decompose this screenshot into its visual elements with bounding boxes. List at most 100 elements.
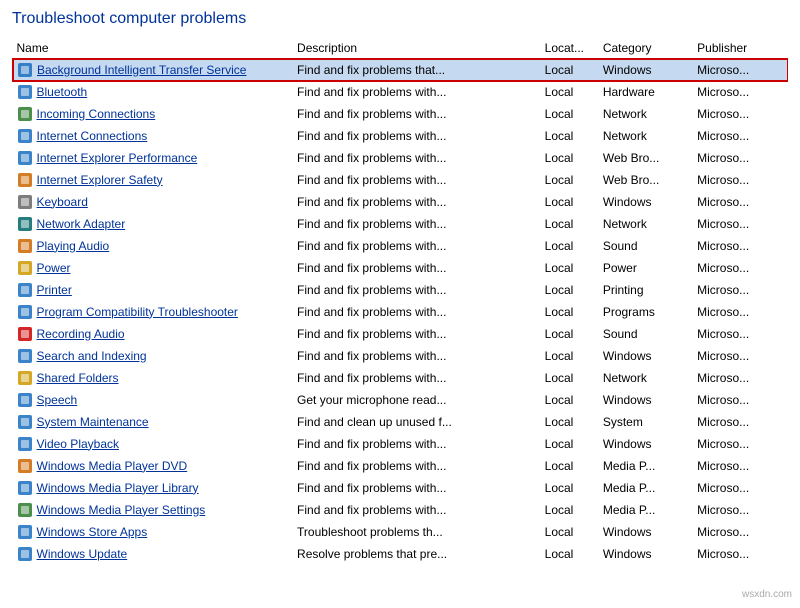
item-icon bbox=[17, 480, 33, 496]
item-name-link[interactable]: Internet Explorer Safety bbox=[37, 173, 163, 187]
table-row[interactable]: Recording AudioFind and fix problems wit… bbox=[13, 323, 788, 345]
table-body: Background Intelligent Transfer Service F… bbox=[13, 59, 788, 565]
item-description: Find and fix problems with... bbox=[293, 125, 541, 147]
item-name-link[interactable]: Windows Media Player Library bbox=[37, 481, 199, 495]
item-location: Local bbox=[541, 499, 599, 521]
table-row[interactable]: Video Playback Find and fix problems with… bbox=[13, 433, 788, 455]
table-row[interactable]: Windows Media Player LibraryFind and fix… bbox=[13, 477, 788, 499]
item-location: Local bbox=[541, 103, 599, 125]
item-name-link[interactable]: Windows Update bbox=[37, 547, 128, 561]
item-publisher: Microso... bbox=[693, 499, 787, 521]
item-name-link[interactable]: Speech bbox=[37, 393, 78, 407]
table-row[interactable]: Internet Connections Find and fix problem… bbox=[13, 125, 788, 147]
item-name-link[interactable]: Background Intelligent Transfer Service bbox=[37, 63, 246, 77]
item-location: Local bbox=[541, 521, 599, 543]
item-location: Local bbox=[541, 81, 599, 103]
item-description: Get your microphone read... bbox=[293, 389, 541, 411]
item-publisher: Microso... bbox=[693, 411, 787, 433]
item-category: Network bbox=[599, 367, 693, 389]
table-container: Name Description Locat... Category Publi… bbox=[12, 38, 788, 565]
table-row[interactable]: Background Intelligent Transfer ServiceF… bbox=[13, 59, 788, 81]
item-name-link[interactable]: Internet Connections bbox=[37, 129, 148, 143]
item-icon bbox=[17, 370, 33, 386]
item-icon bbox=[17, 546, 33, 562]
item-category: System bbox=[599, 411, 693, 433]
item-name-link[interactable]: Video Playback bbox=[37, 437, 120, 451]
table-header: Name Description Locat... Category Publi… bbox=[13, 38, 788, 59]
item-description: Find and fix problems with... bbox=[293, 499, 541, 521]
item-location: Local bbox=[541, 345, 599, 367]
item-location: Local bbox=[541, 411, 599, 433]
table-row[interactable]: Windows Media Player DVD Find and fix pro… bbox=[13, 455, 788, 477]
table-row[interactable]: Network AdapterFind and fix problems wit… bbox=[13, 213, 788, 235]
item-name-link[interactable]: Search and Indexing bbox=[37, 349, 147, 363]
item-publisher: Microso... bbox=[693, 543, 787, 565]
item-name-link[interactable]: Keyboard bbox=[37, 195, 88, 209]
item-location: Local bbox=[541, 367, 599, 389]
item-name-link[interactable]: Program Compatibility Troubleshooter bbox=[37, 305, 238, 319]
item-description: Find and fix problems with... bbox=[293, 301, 541, 323]
table-row[interactable]: Windows Media Player Settings Find and fi… bbox=[13, 499, 788, 521]
item-location: Local bbox=[541, 235, 599, 257]
item-icon bbox=[17, 348, 33, 364]
item-location: Local bbox=[541, 279, 599, 301]
item-icon bbox=[17, 458, 33, 474]
item-name-link[interactable]: Power bbox=[37, 261, 71, 275]
table-row[interactable]: KeyboardFind and fix problems with...Loc… bbox=[13, 191, 788, 213]
table-row[interactable]: Internet Explorer SafetyFind and fix pro… bbox=[13, 169, 788, 191]
table-row[interactable]: Internet Explorer PerformanceFind and fi… bbox=[13, 147, 788, 169]
item-icon bbox=[17, 62, 33, 78]
item-name-link[interactable]: Windows Media Player Settings bbox=[37, 503, 206, 517]
table-row[interactable]: Shared FoldersFind and fix problems with… bbox=[13, 367, 788, 389]
item-category: Windows bbox=[599, 191, 693, 213]
item-publisher: Microso... bbox=[693, 213, 787, 235]
item-name-link[interactable]: Incoming Connections bbox=[37, 107, 156, 121]
table-row[interactable]: Windows UpdateResolve problems that pre.… bbox=[13, 543, 788, 565]
item-category: Media P... bbox=[599, 499, 693, 521]
troubleshoot-table: Name Description Locat... Category Publi… bbox=[12, 38, 788, 565]
item-publisher: Microso... bbox=[693, 323, 787, 345]
table-row[interactable]: PrinterFind and fix problems with...Loca… bbox=[13, 279, 788, 301]
table-row[interactable]: Search and Indexing Find and fix problems… bbox=[13, 345, 788, 367]
table-row[interactable]: BluetoothFind and fix problems with...Lo… bbox=[13, 81, 788, 103]
item-location: Local bbox=[541, 257, 599, 279]
item-location: Local bbox=[541, 191, 599, 213]
item-name-link[interactable]: Shared Folders bbox=[37, 371, 119, 385]
item-publisher: Microso... bbox=[693, 59, 787, 81]
item-location: Local bbox=[541, 147, 599, 169]
item-category: Web Bro... bbox=[599, 169, 693, 191]
item-publisher: Microso... bbox=[693, 433, 787, 455]
table-row[interactable]: PowerFind and fix problems with...LocalP… bbox=[13, 257, 788, 279]
item-description: Find and fix problems with... bbox=[293, 455, 541, 477]
item-name-link[interactable]: Playing Audio bbox=[37, 239, 110, 253]
item-description: Find and clean up unused f... bbox=[293, 411, 541, 433]
item-name-link[interactable]: Windows Store Apps bbox=[37, 525, 148, 539]
table-row[interactable]: Windows Store AppsTroubleshoot problems … bbox=[13, 521, 788, 543]
item-publisher: Microso... bbox=[693, 301, 787, 323]
item-name-link[interactable]: Network Adapter bbox=[37, 217, 126, 231]
item-name-link[interactable]: Windows Media Player DVD bbox=[37, 459, 188, 473]
item-name-link[interactable]: Bluetooth bbox=[37, 85, 88, 99]
page-wrapper: Troubleshoot computer problems Name Desc… bbox=[0, 0, 800, 608]
table-row[interactable]: Playing AudioFind and fix problems with.… bbox=[13, 235, 788, 257]
item-icon bbox=[17, 84, 33, 100]
item-location: Local bbox=[541, 213, 599, 235]
col-header-description: Description bbox=[293, 38, 541, 59]
item-publisher: Microso... bbox=[693, 455, 787, 477]
table-row[interactable]: System Maintenance Find and clean up unus… bbox=[13, 411, 788, 433]
table-row[interactable]: Incoming ConnectionsFind and fix problem… bbox=[13, 103, 788, 125]
item-name-link[interactable]: System Maintenance bbox=[37, 415, 149, 429]
table-row[interactable]: SpeechGet your microphone read...LocalWi… bbox=[13, 389, 788, 411]
item-location: Local bbox=[541, 125, 599, 147]
item-icon bbox=[17, 260, 33, 276]
table-row[interactable]: Program Compatibility Troubleshooter Find… bbox=[13, 301, 788, 323]
item-name-link[interactable]: Internet Explorer Performance bbox=[37, 151, 198, 165]
item-location: Local bbox=[541, 389, 599, 411]
item-name-link[interactable]: Recording Audio bbox=[37, 327, 125, 341]
item-name-link[interactable]: Printer bbox=[37, 283, 72, 297]
item-description: Find and fix problems with... bbox=[293, 345, 541, 367]
item-icon bbox=[17, 392, 33, 408]
col-header-category: Category bbox=[599, 38, 693, 59]
item-category: Windows bbox=[599, 521, 693, 543]
item-description: Find and fix problems with... bbox=[293, 433, 541, 455]
